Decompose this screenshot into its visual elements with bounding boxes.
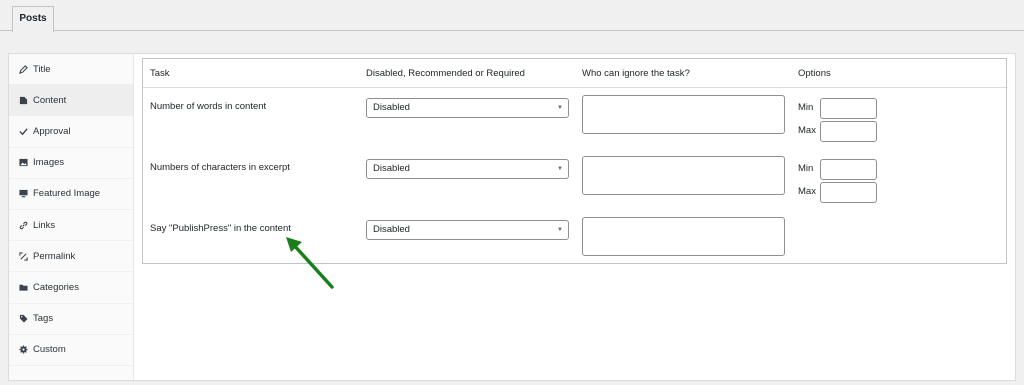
folder-icon: [17, 281, 30, 294]
table-row: Say "PublishPress" in the content Disabl…: [143, 210, 1006, 270]
pencil-icon: [17, 63, 30, 76]
column-header-ignore: Who can ignore the task?: [582, 68, 690, 79]
chevron-down-icon: ▼: [557, 227, 563, 233]
sidebar-item-label: Content: [33, 94, 67, 106]
chevron-down-icon: ▼: [557, 166, 563, 172]
link-icon: [17, 219, 30, 232]
task-label: Number of words in content: [150, 101, 267, 112]
table-row: Number of words in content Disabled ▼ Mi…: [143, 88, 1006, 148]
sidebar-item-label: Tags: [33, 313, 54, 325]
column-header-rule: Disabled, Recommended or Required: [366, 68, 525, 79]
image-icon: [17, 156, 30, 169]
rule-select[interactable]: Disabled ▼: [366, 98, 569, 118]
min-label: Min: [798, 163, 814, 174]
task-label: Say "PublishPress" in the content: [150, 223, 291, 234]
rule-select[interactable]: Disabled ▼: [366, 159, 569, 179]
column-header-options: Options: [798, 68, 831, 79]
checkmark-icon: [17, 125, 30, 138]
ignore-roles-field[interactable]: [582, 156, 785, 195]
document-icon: [17, 94, 30, 107]
rule-select[interactable]: Disabled ▼: [366, 220, 569, 240]
task-label: Numbers of characters in excerpt: [150, 162, 290, 173]
max-label: Max: [798, 125, 816, 136]
monitor-icon: [17, 187, 30, 200]
tab-posts[interactable]: Posts: [12, 6, 54, 32]
sidebar-item-images[interactable]: Images: [9, 148, 133, 179]
sidebar-item-title[interactable]: Title: [9, 54, 133, 86]
ignore-roles-field[interactable]: [582, 95, 785, 134]
rule-select-value: Disabled: [373, 224, 410, 235]
chevron-down-icon: ▼: [557, 105, 563, 111]
min-input[interactable]: [820, 98, 877, 119]
permalink-icon: [17, 250, 30, 263]
sidebar-item-custom[interactable]: Custom: [9, 335, 133, 366]
sidebar: Title Content Approval Images Featured I…: [9, 54, 134, 380]
sidebar-item-featured-image[interactable]: Featured Image: [9, 179, 133, 210]
sidebar-item-label: Categories: [33, 281, 79, 293]
sidebar-item-approval[interactable]: Approval: [9, 116, 133, 148]
rule-select-value: Disabled: [373, 163, 410, 174]
gear-icon: [17, 343, 30, 356]
min-label: Min: [798, 102, 814, 113]
sidebar-item-label: Title: [33, 63, 51, 75]
max-label: Max: [798, 186, 816, 197]
annotation-arrow: [286, 237, 334, 289]
sidebar-item-label: Approval: [33, 125, 71, 137]
min-input[interactable]: [820, 159, 877, 180]
ignore-roles-field[interactable]: [582, 217, 785, 256]
settings-panel: Title Content Approval Images Featured I…: [8, 53, 1016, 381]
sidebar-item-label: Featured Image: [33, 188, 101, 200]
sidebar-item-label: Permalink: [33, 250, 76, 262]
tasks-table: Task Disabled, Recommended or Required W…: [142, 58, 1007, 264]
sidebar-item-label: Links: [33, 219, 56, 231]
tab-bar: Posts: [0, 0, 1024, 32]
sidebar-item-content[interactable]: Content: [9, 85, 133, 117]
sidebar-item-label: Images: [33, 157, 65, 169]
sidebar-item-links[interactable]: Links: [9, 210, 133, 242]
max-input[interactable]: [820, 182, 877, 203]
sidebar-item-categories[interactable]: Categories: [9, 272, 133, 304]
sidebar-item-label: Custom: [33, 344, 66, 356]
max-input[interactable]: [820, 121, 877, 142]
sidebar-item-permalink[interactable]: Permalink: [9, 241, 133, 273]
tag-icon: [17, 312, 30, 325]
sidebar-item-tags[interactable]: Tags: [9, 304, 133, 335]
table-row: Numbers of characters in excerpt Disable…: [143, 149, 1006, 209]
rule-select-value: Disabled: [373, 102, 410, 113]
column-header-task: Task: [150, 68, 170, 79]
